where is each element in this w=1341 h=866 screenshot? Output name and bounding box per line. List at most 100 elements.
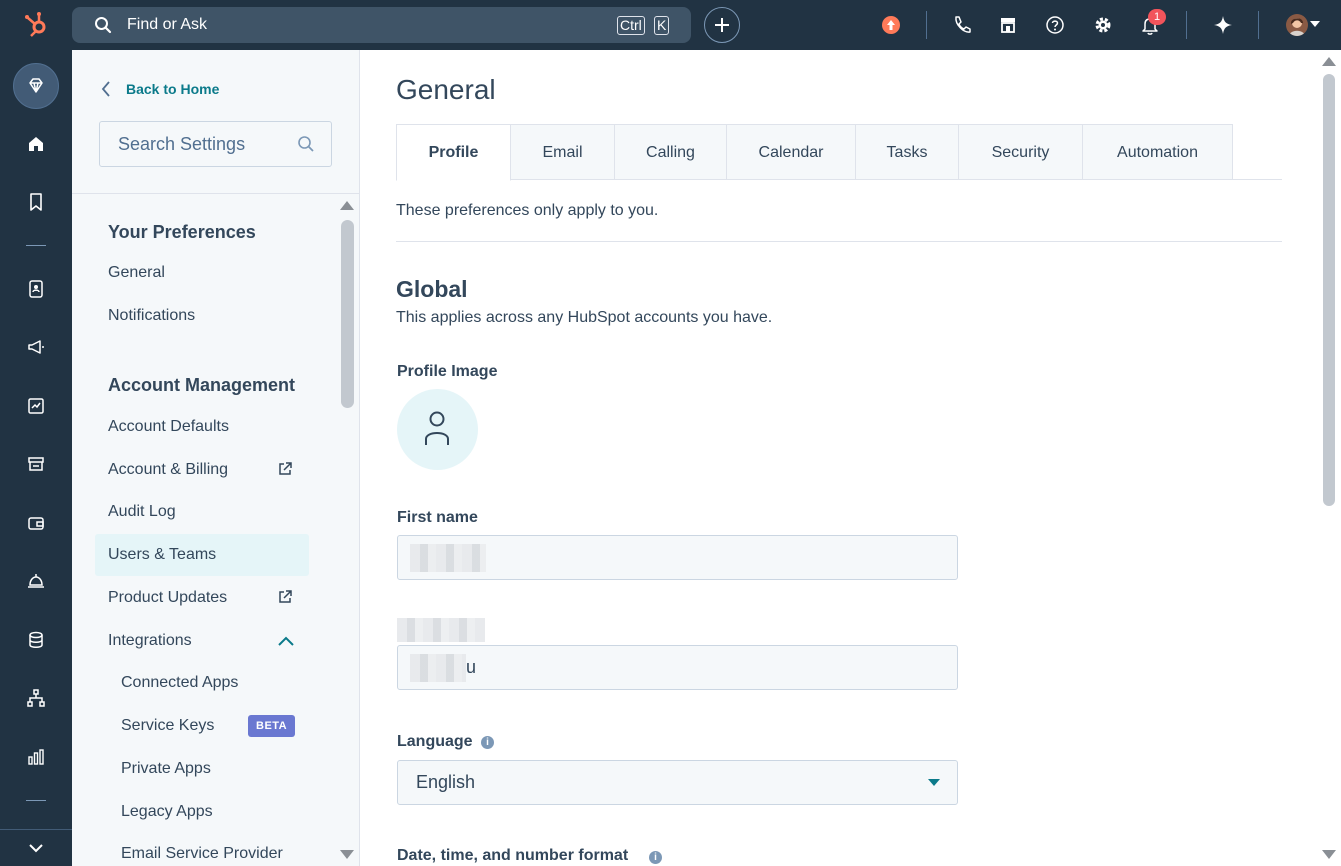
tab-security[interactable]: Security (959, 124, 1083, 180)
rail-divider (0, 829, 72, 830)
sidebar-item-label: Private Apps (121, 760, 211, 777)
profile-image-upload[interactable] (397, 389, 478, 470)
tab-profile[interactable]: Profile (396, 124, 511, 181)
notification-count-badge: 1 (1148, 9, 1166, 25)
settings-search-input[interactable] (100, 122, 290, 166)
sidebar-item-legacy-apps[interactable]: Legacy Apps (95, 791, 309, 833)
profile-image-label: Profile Image (397, 363, 498, 380)
sidebar-item-product-updates[interactable]: Product Updates (95, 577, 309, 619)
sidebar-item-label: Integrations (108, 632, 192, 649)
info-icon[interactable]: i (481, 736, 494, 749)
tab-tasks[interactable]: Tasks (856, 124, 959, 180)
phone-icon[interactable] (951, 14, 973, 36)
external-link-icon (277, 589, 293, 610)
primary-navigation-rail (0, 50, 72, 866)
database-icon[interactable] (26, 630, 46, 650)
marketplace-icon[interactable] (997, 14, 1019, 36)
rail-divider (26, 800, 46, 801)
tab-calling[interactable]: Calling (615, 124, 727, 180)
sidebar-item-notifications[interactable]: Notifications (95, 295, 309, 337)
home-icon[interactable] (26, 134, 46, 154)
sidebar-item-label: Users & Teams (108, 546, 217, 563)
redacted-value (410, 654, 466, 682)
sidebar-item-service-keys[interactable]: Service Keys BETA (95, 705, 309, 747)
sidebar-item-users-teams[interactable]: Users & Teams (95, 534, 309, 576)
settings-sidebar: Back to Home Your Preferences General No… (72, 50, 360, 866)
redacted-last-name-label (397, 618, 485, 642)
settings-search-box (99, 121, 332, 167)
upgrade-arrow-icon[interactable] (882, 16, 900, 34)
last-name-input[interactable]: u (397, 645, 958, 690)
sidebar-item-label: Connected Apps (121, 674, 239, 691)
global-search-box[interactable]: Find or Ask Ctrl K (72, 7, 691, 43)
sidebar-item-label: Notifications (108, 307, 196, 324)
sidebar-item-account-defaults[interactable]: Account Defaults (95, 406, 309, 448)
shortcut-ctrl-key: Ctrl (617, 16, 645, 35)
sidebar-scrollbar-thumb[interactable] (341, 220, 354, 408)
scroll-down-arrow-icon[interactable] (340, 850, 354, 859)
tab-calendar[interactable]: Calendar (727, 124, 856, 180)
sidebar-item-label: Account Defaults (108, 418, 229, 435)
first-name-input[interactable] (397, 535, 958, 580)
language-selected-value: English (416, 772, 476, 792)
megaphone-icon[interactable] (26, 337, 46, 357)
service-bell-icon[interactable] (26, 571, 46, 591)
commerce-icon[interactable] (26, 454, 46, 474)
rail-divider (26, 245, 46, 246)
sparkle-icon[interactable] (1212, 14, 1234, 36)
reports-icon[interactable] (26, 747, 46, 767)
sidebar-item-email-service-provider[interactable]: Email Service Provider (95, 833, 309, 866)
language-select[interactable]: English (397, 760, 958, 805)
sidebar-item-label: General (108, 264, 165, 281)
tab-automation[interactable]: Automation (1083, 124, 1233, 180)
scroll-up-arrow-icon[interactable] (1322, 57, 1336, 66)
global-search-label: Find or Ask (127, 16, 208, 33)
top-navigation-bar: Find or Ask Ctrl K 1 (0, 0, 1341, 50)
person-icon (425, 411, 449, 445)
settings-nav-list: Your Preferences General Notifications A… (72, 194, 336, 866)
sidebar-item-private-apps[interactable]: Private Apps (95, 748, 309, 790)
chevron-left-icon (100, 80, 112, 101)
sidebar-item-label: Service Keys (121, 717, 215, 734)
chevron-down-icon[interactable] (26, 838, 46, 858)
topbar-divider (1186, 11, 1187, 39)
help-icon[interactable] (1044, 14, 1066, 36)
scroll-up-arrow-icon[interactable] (340, 201, 354, 210)
hubspot-logo-icon[interactable] (22, 10, 52, 40)
bookmark-icon[interactable] (26, 192, 46, 212)
scroll-down-arrow-icon[interactable] (1322, 850, 1336, 859)
wallet-icon[interactable] (26, 513, 46, 533)
search-icon[interactable] (297, 135, 315, 158)
section-subtitle: This applies across any HubSpot accounts… (396, 309, 773, 326)
page-title: General (396, 74, 496, 105)
caret-down-icon (928, 779, 940, 786)
contacts-icon[interactable] (26, 279, 46, 299)
account-menu-caret-icon[interactable] (1310, 21, 1320, 27)
section-divider (396, 241, 1282, 242)
section-title-global: Global (396, 276, 468, 302)
tab-email[interactable]: Email (511, 124, 615, 180)
org-chart-icon[interactable] (26, 688, 46, 708)
create-new-button[interactable] (704, 7, 740, 43)
sidebar-item-label: Product Updates (108, 589, 228, 606)
gear-icon[interactable] (1092, 14, 1114, 36)
plus-icon (715, 18, 729, 32)
back-to-home-label: Back to Home (126, 81, 220, 97)
sidebar-item-audit-log[interactable]: Audit Log (95, 491, 309, 533)
sidebar-item-account-billing[interactable]: Account & Billing (95, 449, 309, 491)
sidebar-item-integrations[interactable]: Integrations (95, 620, 309, 662)
settings-tabs: Profile Email Calling Calendar Tasks Sec… (396, 124, 1282, 181)
diamond-icon (29, 78, 43, 93)
beta-badge: BETA (248, 715, 296, 737)
sidebar-item-connected-apps[interactable]: Connected Apps (95, 662, 309, 704)
first-name-label: First name (397, 509, 478, 526)
info-icon[interactable]: i (649, 851, 662, 864)
user-avatar[interactable] (1286, 14, 1308, 36)
sidebar-item-label: Legacy Apps (121, 803, 213, 820)
rail-item-assets[interactable] (13, 63, 59, 109)
content-icon[interactable] (26, 396, 46, 416)
search-icon (94, 16, 112, 39)
main-scrollbar-thumb[interactable] (1323, 74, 1335, 506)
sidebar-item-general[interactable]: General (95, 252, 309, 294)
language-label: Language (397, 733, 473, 750)
